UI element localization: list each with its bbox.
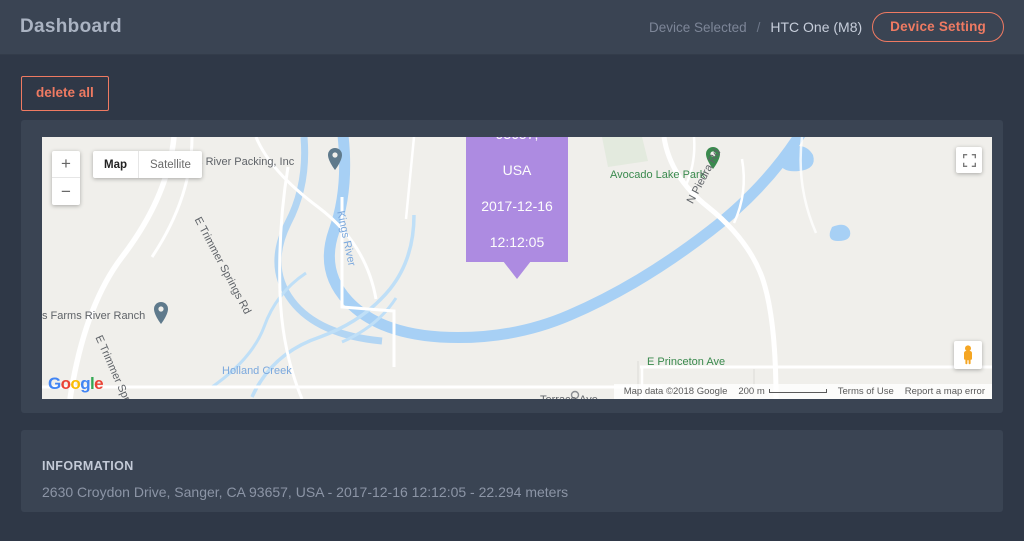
bubble-pointer	[503, 261, 531, 279]
zoom-out-button[interactable]: −	[52, 178, 80, 205]
map-type-control: Map Satellite	[93, 151, 202, 178]
google-logo-o2: o	[70, 374, 81, 393]
terms-of-use-link[interactable]: Terms of Use	[838, 386, 894, 397]
bubble-line-3: 12:12:05	[489, 234, 545, 250]
map-data-attribution: Map data ©2018 Google	[623, 386, 728, 397]
information-card: INFORMATION 2630 Croydon Drive, Sanger, …	[21, 430, 1003, 512]
street-view-pegman-button[interactable]	[954, 341, 982, 369]
fullscreen-button[interactable]	[956, 147, 982, 173]
map-label-terrace-ave: Terrace Ave	[540, 394, 598, 399]
map-scale-line	[768, 388, 827, 393]
bubble-line-1: USA	[502, 162, 532, 178]
bubble-line-2: 2017-12-16	[481, 198, 553, 214]
device-setting-button[interactable]: Device Setting	[872, 11, 1004, 43]
information-detail-text: 2630 Croydon Drive, Sanger, CA 93657, US…	[42, 484, 569, 500]
top-header-bar: Dashboard Device Selected / HTC One (M8)…	[0, 0, 1024, 55]
map-card: Kings River Packing, Inc Avocado Lake Par…	[21, 120, 1003, 413]
map-viewport[interactable]: Kings River Packing, Inc Avocado Lake Par…	[42, 137, 992, 399]
map-scale-bar: 200 m	[738, 386, 827, 397]
map-label-farms-river-ranch: s Farms River Ranch	[42, 310, 146, 322]
pegman-icon	[964, 345, 972, 365]
zoom-controls: + −	[52, 151, 80, 205]
map-label-holland-creek: Holland Creek	[222, 365, 292, 377]
fullscreen-icon	[962, 153, 976, 167]
breadcrumb-separator: /	[756, 19, 761, 35]
map-scale-label: 200 m	[738, 386, 765, 397]
google-logo-g2: g	[80, 374, 91, 393]
page-title: Dashboard	[20, 16, 122, 37]
information-title: INFORMATION	[42, 459, 134, 473]
map-label-avocado-lake-park: Avocado Lake Park	[610, 169, 706, 181]
breadcrumb-device-selected-label: Device Selected	[649, 19, 747, 35]
delete-all-button[interactable]: delete all	[21, 76, 109, 111]
map-attribution-bar: Map data ©2018 Google 200 m Terms of Use…	[613, 384, 992, 399]
bubble-line-0: 93657,	[466, 137, 568, 152]
map-type-map-button[interactable]: Map	[93, 151, 138, 178]
map-label-e-princeton-ave: E Princeton Ave	[647, 356, 726, 368]
google-logo-g1: G	[48, 374, 61, 393]
header-right-group: Device Selected / HTC One (M8) Device Se…	[649, 11, 1004, 43]
report-map-error-link[interactable]: Report a map error	[905, 386, 985, 397]
breadcrumb-device-name: HTC One (M8)	[770, 19, 863, 35]
map-type-satellite-button[interactable]: Satellite	[138, 151, 202, 178]
google-logo-o1: o	[60, 374, 71, 393]
zoom-in-button[interactable]: +	[52, 151, 80, 178]
google-logo: Google	[48, 374, 104, 394]
google-logo-e: e	[94, 374, 103, 393]
location-info-bubble[interactable]: 93657, USA 2017-12-16 12:12:05	[466, 137, 568, 279]
